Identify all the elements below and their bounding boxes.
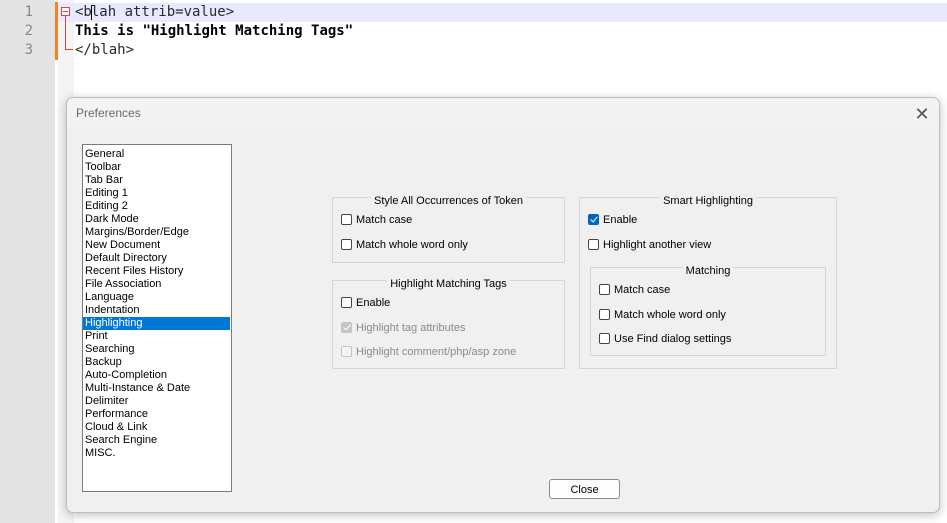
category-item[interactable]: Default Directory xyxy=(83,252,231,265)
checkbox-label: Enable xyxy=(356,297,391,309)
style-all-occurrences-group: Style All Occurrences of Token Match cas… xyxy=(332,195,565,263)
highlight-matching-tags-group: Highlight Matching Tags Enable Highlight… xyxy=(332,278,565,369)
group-title: Matching xyxy=(682,265,734,277)
line-number: 1 xyxy=(24,4,33,20)
smart-highlighting-group: Smart Highlighting Enable Highlight anot… xyxy=(579,195,837,369)
tags-comment-zone-option: Highlight comment/php/asp zone xyxy=(341,344,516,360)
category-item[interactable]: New Document xyxy=(83,239,231,252)
category-item[interactable]: Delimiter xyxy=(83,395,231,408)
dialog-titlebar[interactable]: Preferences ✕ xyxy=(67,98,939,128)
category-item[interactable]: Toolbar xyxy=(83,161,231,174)
tags-attributes-option: Highlight tag attributes xyxy=(341,320,465,336)
checkbox xyxy=(341,322,352,333)
checkbox[interactable] xyxy=(588,239,599,250)
checkbox-label: Highlight tag attributes xyxy=(356,322,466,334)
category-item[interactable]: MISC. xyxy=(83,447,231,460)
category-item[interactable]: File Association xyxy=(83,278,231,291)
code-line-3[interactable]: </blah> xyxy=(75,41,134,60)
category-item[interactable]: Performance xyxy=(83,408,231,421)
smart-enable-option[interactable]: Enable xyxy=(588,212,637,228)
checkbox[interactable] xyxy=(341,239,352,250)
category-item[interactable]: Print xyxy=(83,330,231,343)
preferences-dialog: Preferences ✕ General Toolbar Tab Bar Editi… xyxy=(66,97,940,513)
line-number: 2 xyxy=(24,23,33,39)
category-item[interactable]: Editing 1 xyxy=(83,187,231,200)
category-item[interactable]: Indentation xyxy=(83,304,231,317)
category-list[interactable]: General Toolbar Tab Bar Editing 1 Editing 2D… xyxy=(82,144,232,492)
category-item[interactable]: Tab Bar xyxy=(83,174,231,187)
smart-use-find-option[interactable]: Use Find dialog settings xyxy=(599,331,731,347)
category-item[interactable]: Cloud & Link xyxy=(83,421,231,434)
checkbox-label: Match case xyxy=(614,284,671,296)
fold-collapse-icon[interactable] xyxy=(61,7,70,16)
line-number-gutter: 1 2 3 xyxy=(0,0,55,523)
code-line-1[interactable]: <blah attrib=value> xyxy=(75,3,234,22)
group-title: Highlight Matching Tags xyxy=(387,278,510,290)
category-item[interactable]: General xyxy=(83,148,231,161)
category-item[interactable]: Recent Files History xyxy=(83,265,231,278)
category-item[interactable]: Language xyxy=(83,291,231,304)
smart-match-case-option[interactable]: Match case xyxy=(599,282,670,298)
category-item[interactable]: Dark Mode xyxy=(83,213,231,226)
checkbox xyxy=(341,346,352,357)
fold-end-line xyxy=(65,49,73,50)
checkbox-label: Use Find dialog settings xyxy=(614,333,732,345)
smart-whole-word-option[interactable]: Match whole word only xyxy=(599,307,726,323)
checkbox-label: Highlight comment/php/asp zone xyxy=(356,346,517,358)
checkbox-label: Highlight another view xyxy=(603,239,712,251)
checkbox[interactable] xyxy=(599,333,610,344)
checkbox[interactable] xyxy=(341,214,352,225)
checkbox[interactable] xyxy=(341,297,352,308)
line-number: 3 xyxy=(24,42,33,58)
close-icon[interactable]: ✕ xyxy=(911,103,933,125)
checkbox[interactable] xyxy=(599,309,610,320)
checkbox[interactable] xyxy=(599,284,610,295)
close-button[interactable]: Close xyxy=(549,479,620,499)
fold-line xyxy=(65,16,66,49)
checkbox-label: Match whole word only xyxy=(356,239,468,251)
code-tag-open: <b xyxy=(75,4,92,20)
code-line-2[interactable]: This is "Highlight Matching Tags" xyxy=(75,22,353,41)
category-item[interactable]: Search Engine xyxy=(83,434,231,447)
checkbox-label: Match case xyxy=(356,214,413,226)
smart-another-view-option[interactable]: Highlight another view xyxy=(588,237,711,253)
category-item[interactable]: Auto-Completion xyxy=(83,369,231,382)
category-item[interactable]: Editing 2 xyxy=(83,200,231,213)
style-all-whole-word-option[interactable]: Match whole word only xyxy=(341,237,468,253)
checkbox[interactable] xyxy=(588,214,599,225)
category-item[interactable]: Backup xyxy=(83,356,231,369)
code-tag-close: </blah> xyxy=(75,42,135,58)
group-title: Style All Occurrences of Token xyxy=(371,195,526,207)
tags-enable-option[interactable]: Enable xyxy=(341,295,390,311)
group-title: Smart Highlighting xyxy=(660,195,756,207)
dialog-title: Preferences xyxy=(76,106,141,120)
category-item[interactable]: Highlighting xyxy=(83,317,230,330)
style-all-match-case-option[interactable]: Match case xyxy=(341,212,412,228)
category-item[interactable]: Searching xyxy=(83,343,231,356)
code-tag-rest: lah attrib=value> xyxy=(90,4,235,20)
code-string: "Highlight Matching Tags" xyxy=(142,23,354,39)
category-item[interactable]: Margins/Border/Edge xyxy=(83,226,231,239)
checkbox-label: Enable xyxy=(603,214,638,226)
checkbox-label: Match whole word only xyxy=(614,309,726,321)
code-text: This is xyxy=(75,23,143,39)
smart-matching-group: Matching Match case Match whole word onl… xyxy=(590,265,826,356)
category-item[interactable]: Multi-Instance & Date xyxy=(83,382,231,395)
